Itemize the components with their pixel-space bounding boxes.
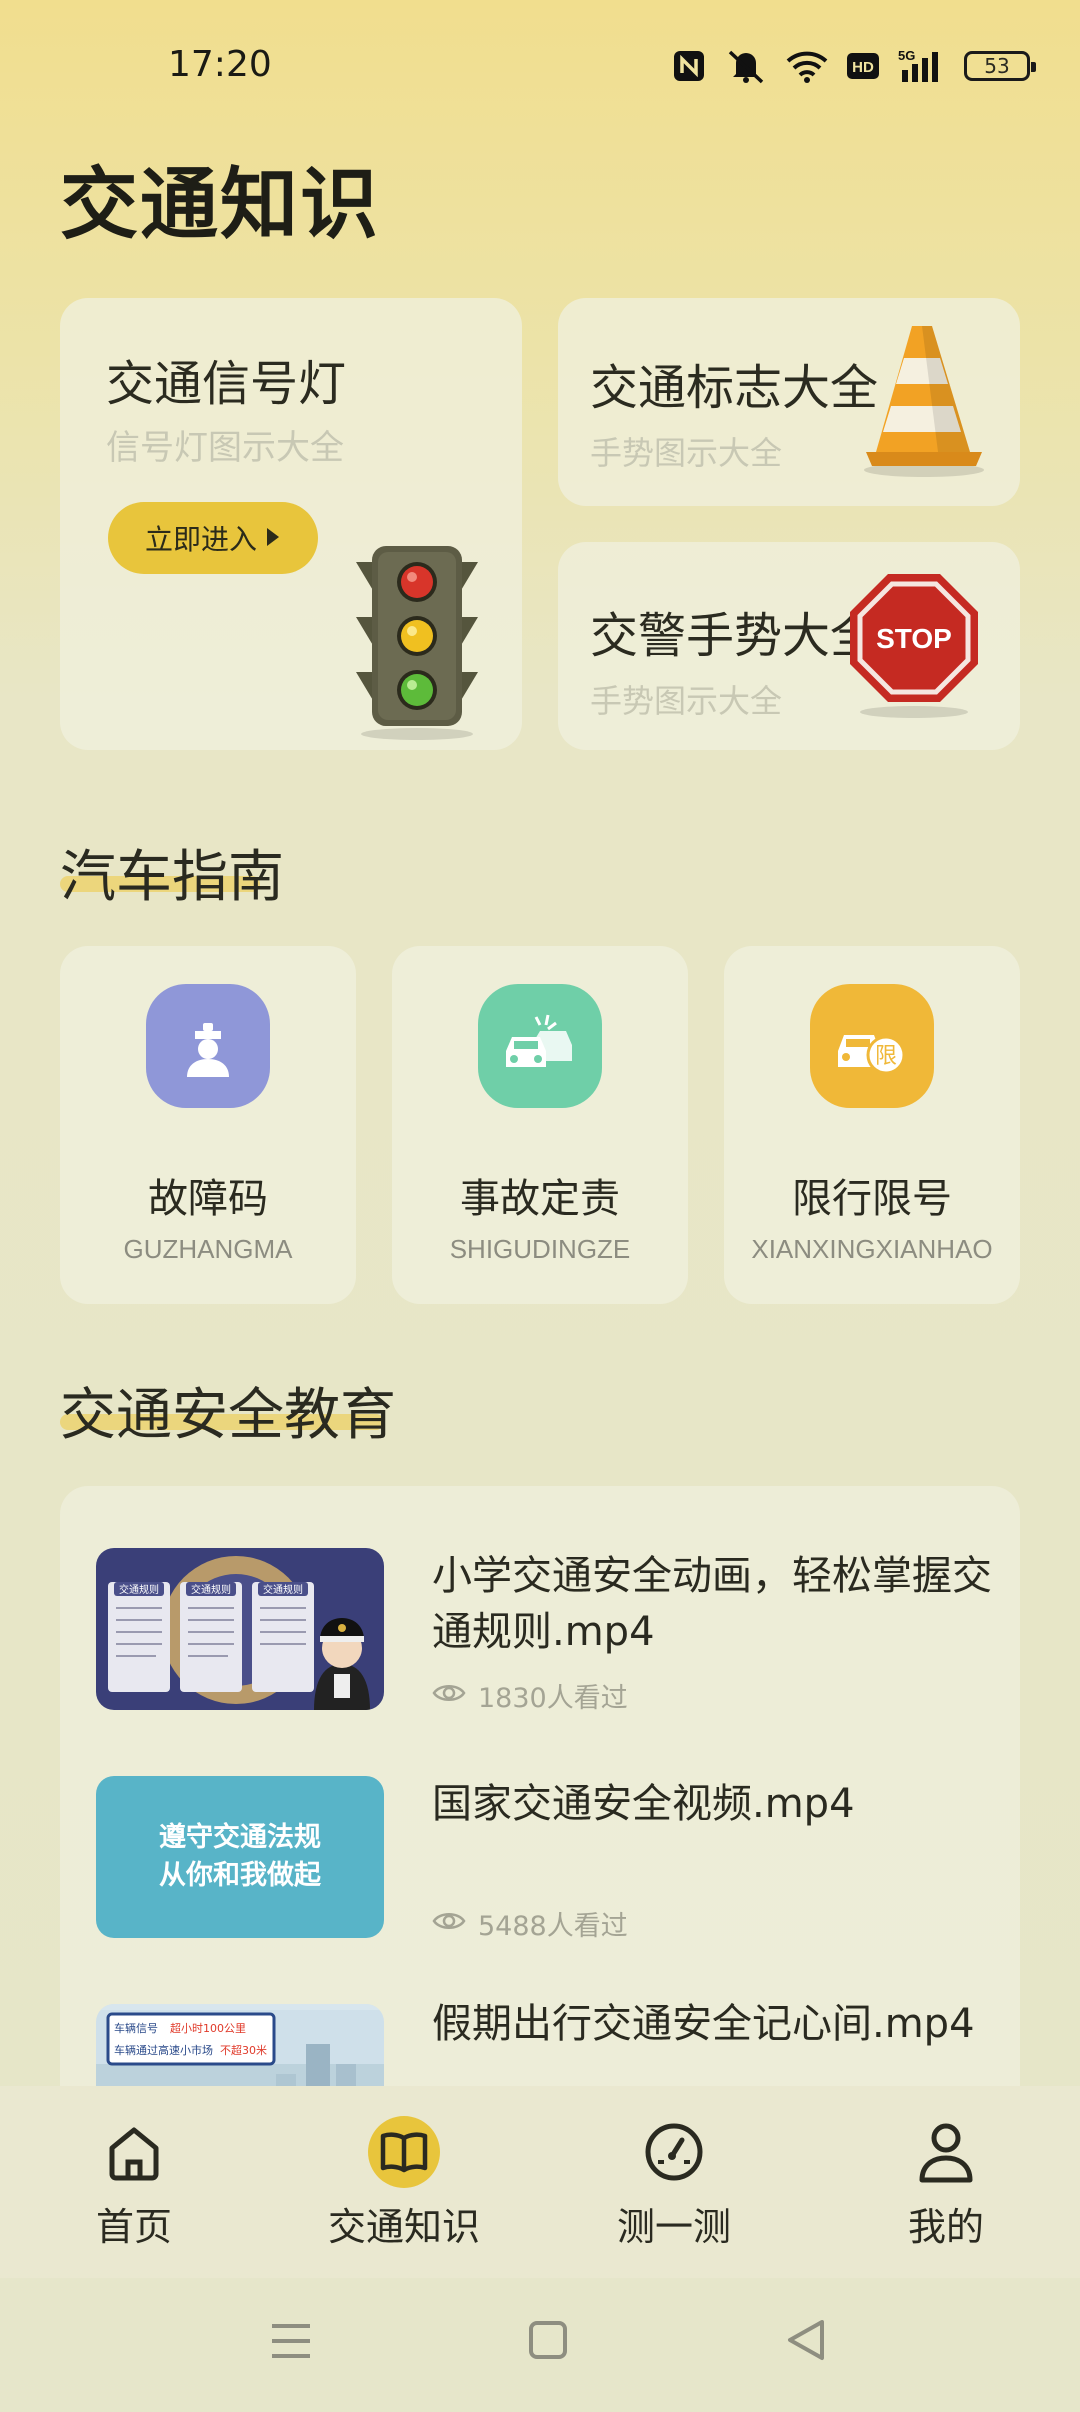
home-icon [98,2116,170,2188]
guide-item-accident[interactable]: 事故定责 SHIGUDINGZE [392,946,688,1304]
car-accident-icon [478,984,602,1108]
signal-5g-icon: 5G [898,46,946,86]
tab-profile[interactable]: 我的 [836,2116,1056,2256]
video-title: 假期出行交通安全记心间.mp4 [432,2001,975,2047]
video-list: 交通规则 交通规则 交通规则 小学交通安全动画，轻松掌握交通规则.mp4 183… [60,1486,1020,2126]
guide-item-restriction[interactable]: 限 限行限号 XIANXINGXIANHAO [724,946,1020,1304]
svg-text:5G: 5G [898,48,915,63]
guide-item-fault-code[interactable]: 故障码 GUZHANGMA [60,946,356,1304]
car-guide-title: 汽车指南 [60,845,284,910]
traffic-light-card[interactable]: 交通信号灯 信号灯图示大全 立即进入 [60,298,522,750]
video-item[interactable]: 交通规则 交通规则 交通规则 小学交通安全动画，轻松掌握交通规则.mp4 183… [96,1548,992,1718]
video-thumbnail: 交通规则 交通规则 交通规则 [96,1548,384,1710]
system-navigation-bar [0,2278,1080,2412]
video-views-count: 1830人看过 [478,1683,628,1714]
card-subtitle: 手势图示大全 [590,682,783,720]
tab-label: 测一测 [616,2205,731,2249]
user-icon [910,2116,982,2188]
card-title: 交警手势大全 [590,608,879,664]
enter-button-label: 立即进入 [144,523,257,556]
stop-sign-text: STOP [876,623,952,654]
tab-quiz[interactable]: 测一测 [564,2116,784,2256]
tab-traffic-knowledge[interactable]: 交通知识 [294,2116,514,2256]
back-icon[interactable] [786,2318,826,2366]
mechanic-icon [146,984,270,1108]
mute-icon [724,46,768,86]
eye-icon [432,1908,466,1939]
guide-item-pinyin: GUZHANGMA [123,1234,293,1264]
wifi-icon [786,46,828,86]
video-thumbnail: 遵守交通法规 从你和我做起 [96,1776,384,1938]
tab-label: 我的 [907,2205,984,2249]
svg-text:HD: HD [852,59,874,76]
traffic-light-icon [342,542,492,746]
nfc-icon [672,46,706,86]
guide-item-name: 限行限号 [792,1176,952,1222]
thumb-label: 交通规则 [191,1583,231,1596]
thumb-text: 遵守交通法规 [159,1822,321,1853]
video-item[interactable]: 遵守交通法规 从你和我做起 国家交通安全视频.mp4 5488人看过 [96,1776,984,1946]
thumb-label: 交通规则 [263,1583,303,1596]
guide-item-name: 故障码 [148,1176,268,1222]
guide-item-name: 事故定责 [460,1176,620,1222]
enter-button[interactable]: 立即进入 [108,502,318,574]
police-gestures-card[interactable]: 交警手势大全 手势图示大全 STOP [558,542,1020,750]
card-title: 交通信号灯 [106,356,347,412]
video-views: 1830人看过 [432,1676,628,1715]
home-square-icon[interactable] [528,2320,568,2364]
guide-item-pinyin: XIANXINGXIANHAO [751,1234,993,1264]
stop-sign-icon: STOP [844,570,984,724]
tab-home[interactable]: 首页 [24,2116,244,2256]
page-title: 交通知识 [60,160,381,250]
thumb-text: 从你和我做起 [159,1860,321,1891]
traffic-cone-icon [858,320,988,484]
tab-label: 交通知识 [327,2205,480,2249]
card-subtitle: 手势图示大全 [590,434,783,472]
video-views-count: 5488人看过 [478,1911,628,1942]
menu-icon[interactable] [270,2322,312,2364]
guide-item-pinyin: SHIGUDINGZE [449,1234,631,1264]
thumb-text: 车辆通过高速小市场 [114,2043,213,2057]
gauge-icon [638,2116,710,2188]
tab-label: 首页 [95,2205,172,2249]
play-arrow-icon [265,522,281,555]
video-title: 小学交通安全动画，轻松掌握交通规则.mp4 [432,1553,992,1655]
card-title: 交通标志大全 [590,360,879,416]
traffic-signs-card[interactable]: 交通标志大全 手势图示大全 [558,298,1020,506]
thumb-label: 交通规则 [119,1583,159,1596]
bottom-tab-bar: 首页 交通知识 测一测 我的 [0,2086,1080,2278]
thumb-text: 超小时100公里 [170,2021,246,2035]
eye-icon [432,1680,466,1711]
car-restriction-icon: 限 [810,984,934,1108]
safety-education-title: 交通安全教育 [60,1383,396,1448]
thumb-text: 车辆信号 [114,2021,158,2035]
thumb-text: 不超30米 [220,2043,267,2057]
status-icons: HD 5G 53 [672,46,1036,86]
restriction-badge-text: 限 [875,1044,897,1069]
book-icon [368,2116,440,2188]
battery-indicator: 53 [964,51,1036,81]
card-subtitle: 信号灯图示大全 [106,428,344,468]
video-title: 国家交通安全视频.mp4 [432,1781,855,1827]
video-views: 5488人看过 [432,1904,628,1943]
status-time: 17:20 [168,44,272,85]
hd-icon: HD [846,46,880,86]
